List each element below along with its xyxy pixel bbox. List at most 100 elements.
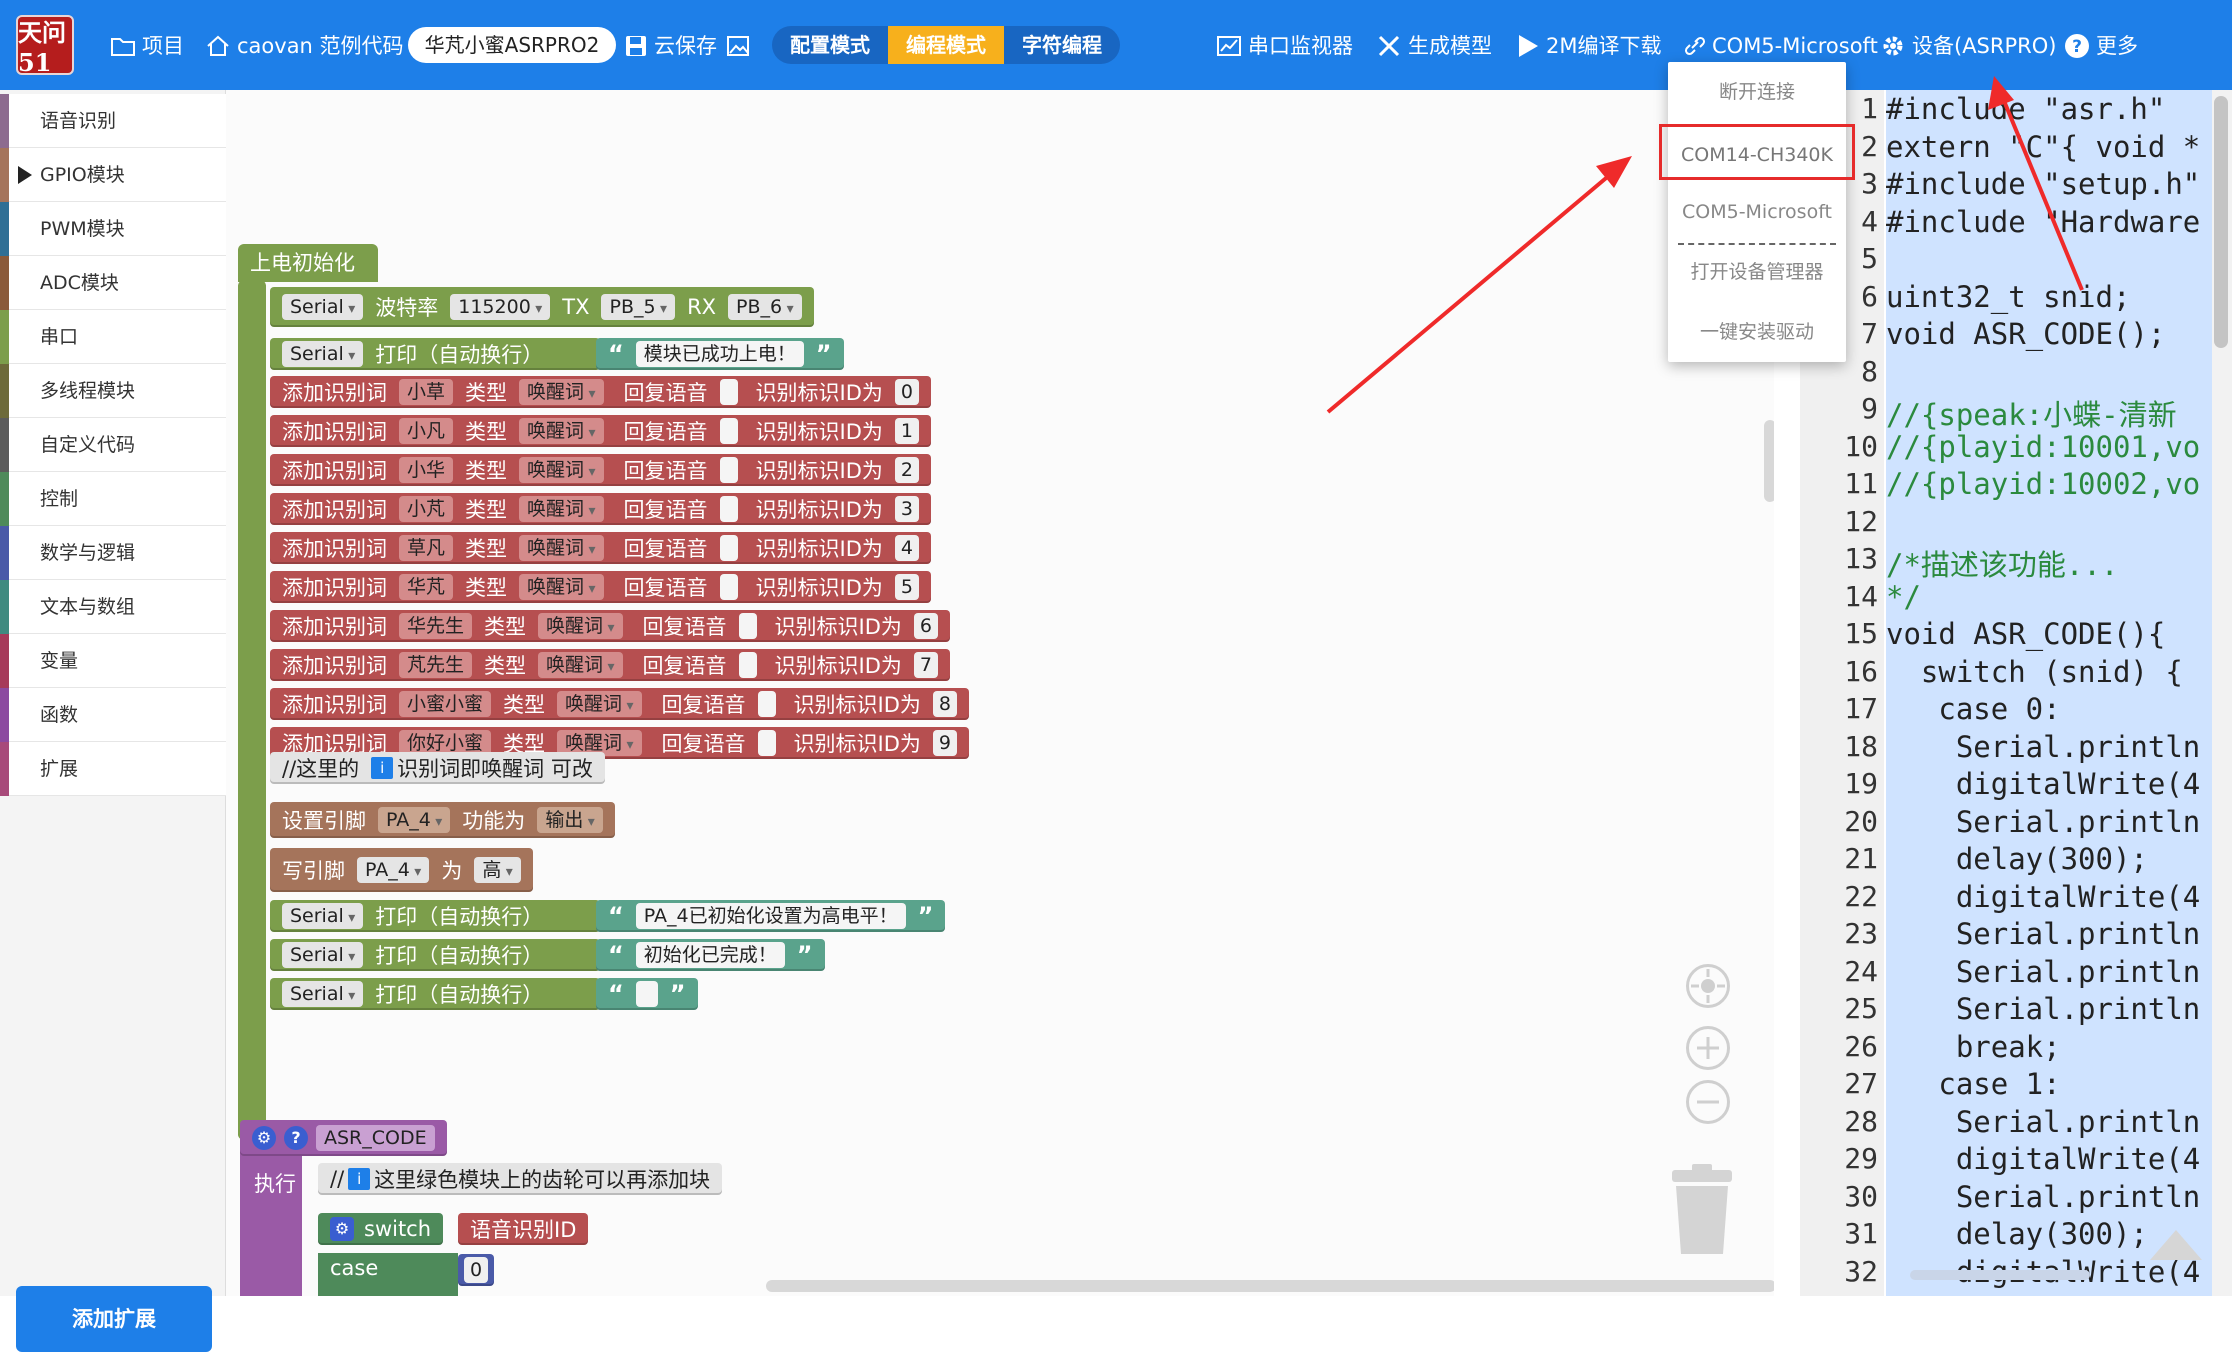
reply-field[interactable] xyxy=(719,457,738,483)
more-button[interactable]: ? 更多 xyxy=(2064,28,2138,64)
dropdown-item[interactable]: 打开设备管理器 xyxy=(1668,244,1846,300)
zoom-in-button[interactable] xyxy=(1686,1026,1730,1070)
text-block[interactable]: “ 模块已成功上电！ ” xyxy=(596,338,844,370)
code-line[interactable]: digitalWrite(4 xyxy=(1886,767,2200,801)
code-line[interactable]: void ASR_CODE(){ xyxy=(1886,617,2165,651)
type-dropdown[interactable]: 唤醒词 xyxy=(519,496,604,522)
dropdown-item[interactable]: COM5-Microsoft xyxy=(1668,184,1846,240)
code-line[interactable]: Serial.println xyxy=(1886,992,2200,1026)
reply-field[interactable] xyxy=(738,613,757,639)
add-recognition-word-block[interactable]: 添加识别词华芃类型唤醒词回复语音 识别标识ID为 5 xyxy=(270,571,931,603)
code-scrollbar-thumb[interactable] xyxy=(2214,96,2228,348)
vertical-scrollbar[interactable] xyxy=(1764,420,1774,502)
word-field[interactable]: 芃先生 xyxy=(399,652,473,678)
reply-field[interactable] xyxy=(757,730,776,756)
code-editor[interactable]: 1 2 3 4 5 6 7 8 9 10 11 12 13 14 15 16 17 18 19 20 21 22 23 24 2… xyxy=(1800,90,2232,1296)
gear-icon[interactable]: ⚙ xyxy=(252,1126,276,1150)
sidebar-item[interactable]: PWM模块 xyxy=(0,202,226,256)
case-value[interactable]: 0 xyxy=(464,1257,489,1283)
code-line[interactable]: case 0: xyxy=(1886,692,2060,726)
project-button[interactable]: 项目 xyxy=(110,28,184,64)
pin-dropdown[interactable]: PA_4 xyxy=(378,807,451,833)
function-name-field[interactable]: ASR_CODE xyxy=(316,1125,435,1151)
text-block[interactable]: “ 初始化已完成！ ” xyxy=(596,939,825,971)
compile-download-button[interactable]: 2M编译下载 xyxy=(1516,28,1661,64)
image-button[interactable] xyxy=(726,28,750,64)
code-line[interactable]: digitalWrite(4 xyxy=(1886,880,2200,914)
type-dropdown[interactable]: 唤醒词 xyxy=(538,613,623,639)
add-recognition-word-block[interactable]: 添加识别词华先生类型唤醒词回复语音 识别标识ID为 6 xyxy=(270,610,950,642)
code-line[interactable]: //{playid:10001,vo xyxy=(1886,430,2200,464)
recenter-button[interactable] xyxy=(1686,964,1730,1008)
comment-block[interactable]: //这里的 i 识别词即唤醒词 可改 xyxy=(270,752,605,784)
code-line[interactable]: //{playid:10002,vo xyxy=(1886,467,2200,501)
id-field[interactable]: 5 xyxy=(894,574,919,600)
mode-text-programming[interactable]: 字符编程 xyxy=(1004,26,1120,64)
function-dropdown[interactable]: 输出 xyxy=(537,807,603,833)
reply-field[interactable] xyxy=(719,535,738,561)
text-block[interactable]: “ PA_4已初始化设置为高电平！ ” xyxy=(596,900,946,932)
add-recognition-word-block[interactable]: 添加识别词小芃类型唤醒词回复语音 识别标识ID为 3 xyxy=(270,493,931,525)
id-field[interactable]: 1 xyxy=(894,418,919,444)
code-line[interactable]: /*描述该功能... xyxy=(1886,542,2118,584)
code-line[interactable]: Serial.println xyxy=(1886,955,2200,989)
asr-id-block[interactable]: 语音识别ID xyxy=(458,1213,589,1245)
reply-field[interactable] xyxy=(719,379,738,405)
type-dropdown[interactable]: 唤醒词 xyxy=(519,574,604,600)
device-settings-button[interactable]: 设备(ASRPRO) xyxy=(1880,28,2056,64)
mode-programming[interactable]: 编程模式 xyxy=(888,26,1004,64)
code-line[interactable]: digitalWrite(4 xyxy=(1886,1142,2200,1176)
code-line[interactable]: */ xyxy=(1886,580,1921,614)
code-line[interactable]: Serial.println xyxy=(1886,1105,2200,1139)
serial-print-block[interactable]: Serial 打印（自动换行） xyxy=(270,900,600,932)
case-value-block[interactable]: 0 xyxy=(458,1254,495,1286)
sidebar-item[interactable]: 变量 xyxy=(0,634,226,688)
help-icon[interactable]: ? xyxy=(284,1126,308,1150)
mode-config[interactable]: 配置模式 xyxy=(772,26,888,64)
add-recognition-word-block[interactable]: 添加识别词小华类型唤醒词回复语音 识别标识ID为 2 xyxy=(270,454,931,486)
sidebar-item[interactable]: 函数 xyxy=(0,688,226,742)
serial-print-block[interactable]: Serial 打印（自动换行） xyxy=(270,939,600,971)
type-dropdown[interactable]: 唤醒词 xyxy=(519,379,604,405)
scroll-to-top-icon[interactable] xyxy=(2150,1230,2202,1260)
add-recognition-word-block[interactable]: 添加识别词小凡类型唤醒词回复语音 识别标识ID为 1 xyxy=(270,415,931,447)
code-line[interactable]: //{speak:小蝶-清新 xyxy=(1886,392,2177,434)
generate-model-button[interactable]: 生成模型 xyxy=(1376,28,1492,64)
code-line[interactable]: Serial.println xyxy=(1886,917,2200,951)
sidebar-item[interactable]: 文本与数组 xyxy=(0,580,226,634)
code-line[interactable]: Serial.println xyxy=(1886,1180,2200,1214)
serial-dropdown[interactable]: Serial xyxy=(282,903,364,929)
word-field[interactable]: 草凡 xyxy=(399,535,454,561)
sidebar-item[interactable]: 控制 xyxy=(0,472,226,526)
word-field[interactable]: 华先生 xyxy=(399,613,473,639)
sidebar-item[interactable]: GPIO模块 xyxy=(0,148,226,202)
code-line[interactable]: #include "asr.h" xyxy=(1886,92,2165,126)
code-line[interactable]: #include "Hardware xyxy=(1886,205,2200,239)
horizontal-scrollbar[interactable] xyxy=(766,1280,1774,1292)
reply-field[interactable] xyxy=(719,574,738,600)
text-value[interactable]: 初始化已完成！ xyxy=(635,942,785,968)
id-field[interactable]: 7 xyxy=(913,652,938,678)
tx-dropdown[interactable]: PB_5 xyxy=(601,294,676,320)
reply-field[interactable] xyxy=(757,691,776,717)
word-field[interactable]: 小芃 xyxy=(399,496,454,522)
sidebar-item[interactable]: ADC模块 xyxy=(0,256,226,310)
serial-dropdown[interactable]: Serial xyxy=(282,294,364,320)
id-field[interactable]: 0 xyxy=(894,379,919,405)
comment-block[interactable]: // i 这里绿色模块上的齿轮可以再添加块 xyxy=(318,1163,723,1195)
digital-write-block[interactable]: 写引脚 PA_4 为 高 xyxy=(270,848,533,892)
code-area[interactable]: #include "asr.h" extern "C"{ void * #inclu… xyxy=(1886,90,2212,1296)
id-field[interactable]: 9 xyxy=(932,730,957,756)
setup-hat-block[interactable]: 上电初始化 xyxy=(238,244,378,282)
sidebar-item[interactable]: 数学与逻辑 xyxy=(0,526,226,580)
id-field[interactable]: 6 xyxy=(913,613,938,639)
trash-icon[interactable] xyxy=(1666,1164,1738,1256)
word-field[interactable]: 小蜜小蜜 xyxy=(399,691,492,717)
type-dropdown[interactable]: 唤醒词 xyxy=(538,652,623,678)
serial-dropdown[interactable]: Serial xyxy=(282,942,364,968)
device-name-field[interactable]: 华芃小蜜ASRPRO2 xyxy=(408,27,616,63)
code-line[interactable]: extern "C"{ void * xyxy=(1886,130,2200,164)
reply-field[interactable] xyxy=(719,418,738,444)
add-recognition-word-block[interactable]: 添加识别词草凡类型唤醒词回复语音 识别标识ID为 4 xyxy=(270,532,931,564)
code-hscrollbar[interactable] xyxy=(1910,1270,2090,1280)
